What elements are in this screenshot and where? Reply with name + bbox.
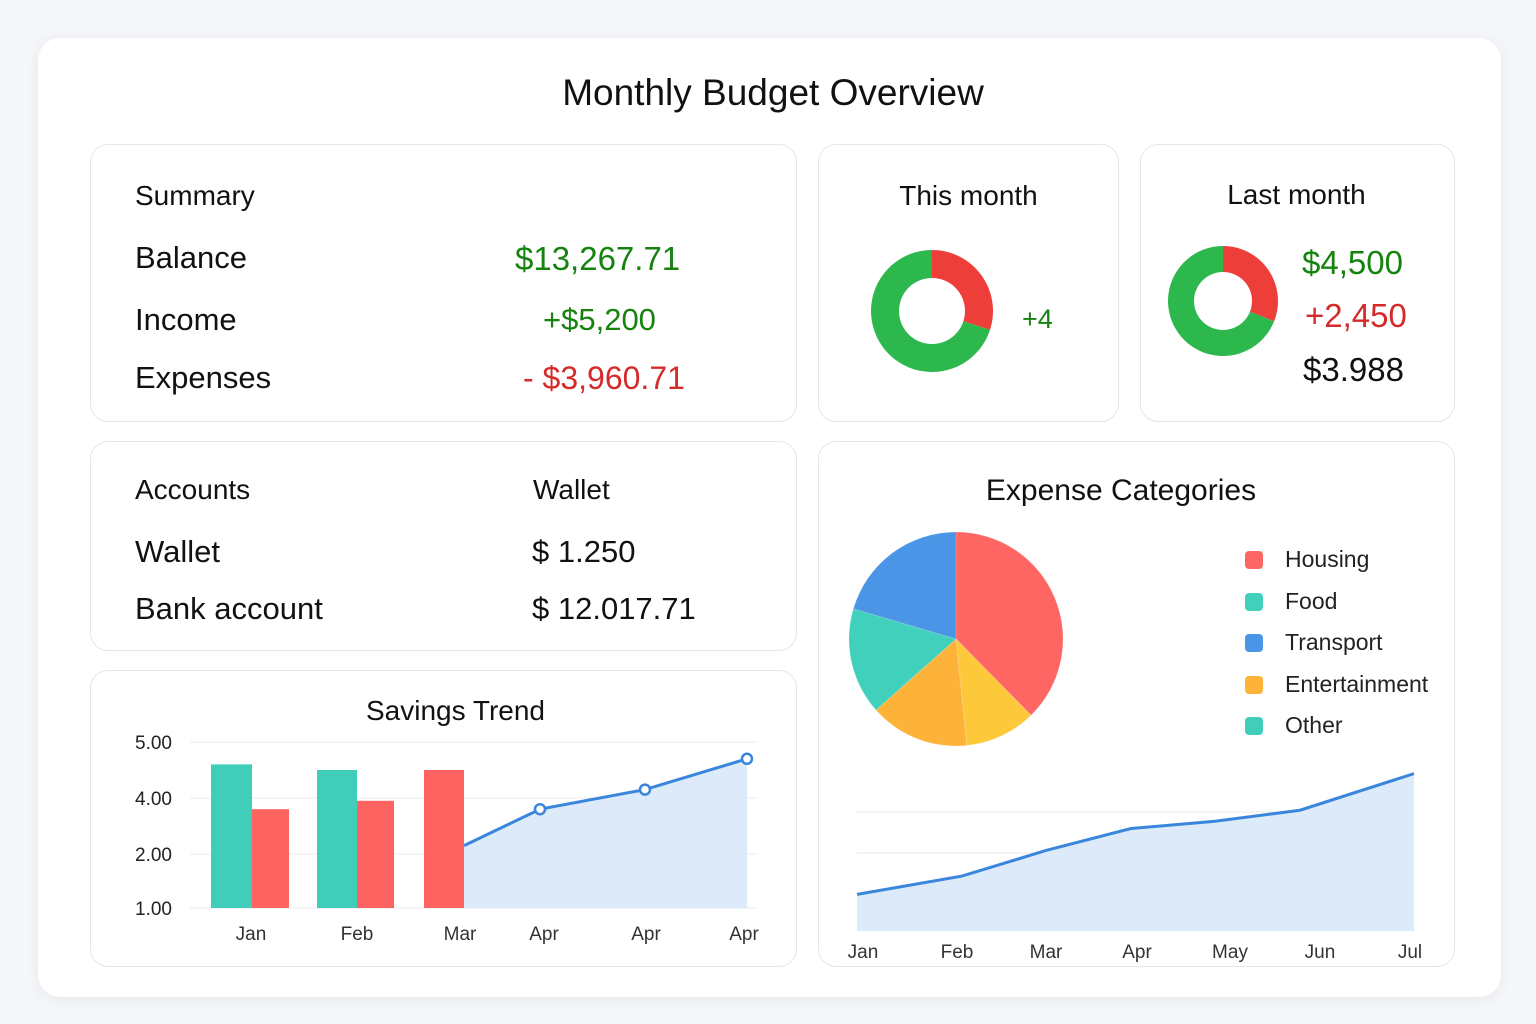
savings-area-fill <box>464 758 747 908</box>
donut-hole <box>899 278 965 344</box>
donut-hole <box>1194 272 1252 330</box>
y-tick-label: 5.00 <box>135 733 172 754</box>
legend-swatch <box>1245 676 1263 694</box>
savings-bar <box>317 770 357 908</box>
legend-label: Entertainment <box>1285 671 1429 697</box>
legend-label: Food <box>1285 588 1338 614</box>
x-tick-label: Mar <box>444 924 477 945</box>
expense-pie <box>848 531 1064 747</box>
balance-label: Balance <box>135 240 248 275</box>
last-month-value-1: $4,500 <box>1302 244 1403 281</box>
summary-title: Summary <box>135 180 255 211</box>
x-tick-label: Jan <box>236 924 267 945</box>
account-bank-label: Bank account <box>135 591 323 626</box>
expense-area-chart: Jan Feb Mar Apr May Jun Jul <box>848 772 1422 963</box>
x-tick-label: Apr <box>729 924 759 945</box>
legend-label: Transport <box>1285 629 1383 655</box>
x-tick-label: Feb <box>341 924 374 945</box>
account-bank-value: $ 12.017.71 <box>532 591 696 626</box>
last-month-title: Last month <box>1227 179 1366 210</box>
this-month-delta: +4 <box>1022 304 1053 334</box>
savings-line-point <box>740 752 754 766</box>
account-wallet-value: $ 1.250 <box>532 534 636 569</box>
savings-line-point <box>533 802 547 816</box>
expense-categories-title: Expense Categories <box>985 474 1257 507</box>
last-month-value-2: +2,450 <box>1305 297 1407 334</box>
legend-swatch <box>1245 634 1263 652</box>
x-tick-label: Jan <box>848 942 879 963</box>
x-tick-label: Apr <box>1122 942 1152 963</box>
last-month-donut <box>1168 246 1278 356</box>
accounts-column-header: Wallet <box>533 474 610 505</box>
savings-bar <box>252 809 289 908</box>
legend-label: Housing <box>1285 546 1370 572</box>
legend-swatch <box>1245 717 1263 735</box>
x-tick-label: Jun <box>1305 942 1336 963</box>
y-tick-label: 4.00 <box>135 789 172 810</box>
income-label: Income <box>135 302 237 337</box>
this-month-donut <box>871 250 993 372</box>
last-month-value-3: $3.988 <box>1303 351 1404 388</box>
legend-swatch <box>1245 551 1263 569</box>
accounts-title: Accounts <box>135 474 251 505</box>
x-tick-label: May <box>1212 942 1248 963</box>
savings-line-point <box>638 783 652 796</box>
x-tick-label: Jul <box>1398 942 1422 963</box>
expenses-value: - $3,960.71 <box>523 360 685 396</box>
page-title: Monthly Budget Overview <box>562 72 984 113</box>
x-tick-label: Apr <box>631 924 661 945</box>
expenses-label: Expenses <box>135 360 272 395</box>
legend-label: Other <box>1285 712 1343 738</box>
balance-value: $13,267.71 <box>515 240 681 277</box>
savings-bar <box>424 770 464 908</box>
x-tick-label: Feb <box>941 942 974 963</box>
savings-bar <box>357 800 394 908</box>
savings-bar <box>211 764 252 908</box>
y-tick-label: 2.00 <box>135 845 172 866</box>
savings-trend-chart: 5.00 4.00 2.00 1.00 Jan Feb Mar Apr Apr Apr <box>135 733 759 945</box>
x-tick-label: Mar <box>1030 942 1063 963</box>
this-month-title: This month <box>899 180 1038 211</box>
legend-swatch <box>1245 593 1263 611</box>
account-wallet-label: Wallet <box>135 534 220 569</box>
income-value: +$5,200 <box>543 302 656 337</box>
expense-area-fill <box>857 773 1414 931</box>
x-tick-label: Apr <box>529 924 559 945</box>
y-tick-label: 1.00 <box>135 899 172 920</box>
